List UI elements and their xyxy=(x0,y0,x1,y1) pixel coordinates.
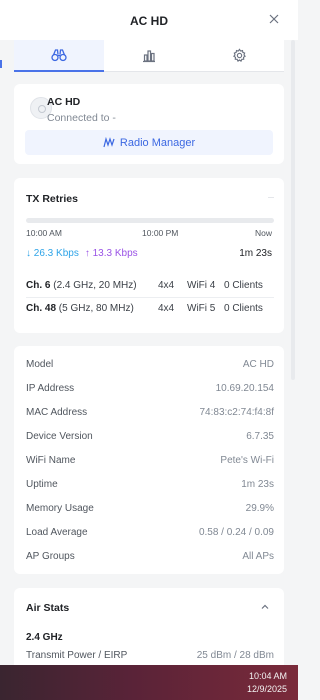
device-info-card: Model AC HD IP Address 10.69.20.154 MAC Ad… xyxy=(14,346,284,574)
transmit-label: Transmit Power / EIRP xyxy=(26,650,128,661)
tab-overview[interactable] xyxy=(14,40,104,72)
info-value: 0.58 / 0.24 / 0.09 xyxy=(198,527,274,538)
radio-manager-button[interactable]: Radio Manager xyxy=(25,130,273,155)
scrollbar[interactable] xyxy=(291,40,295,380)
info-value: 1m 23s xyxy=(241,479,274,490)
timeline-start: 10:00 AM xyxy=(26,228,62,238)
info-label: Model xyxy=(26,359,54,370)
air-stats-title: Air Stats xyxy=(26,602,70,614)
channel-wifi: WiFi 5 xyxy=(187,303,216,314)
device-status: Connected to - xyxy=(47,112,116,124)
info-label: Uptime xyxy=(26,479,58,490)
info-label: AP Groups xyxy=(26,551,75,562)
timeline-now: Now xyxy=(254,228,272,238)
info-row-ip: IP Address 10.69.20.154 xyxy=(26,380,274,398)
device-name: AC HD xyxy=(47,96,81,108)
info-row-version: Device Version 6.7.35 xyxy=(26,428,274,446)
panel-header: AC HD xyxy=(0,0,298,40)
info-label: MAC Address xyxy=(26,407,88,418)
upload-rate: ↑ 13.3 Kbps xyxy=(84,248,138,259)
collapse-indicator[interactable] xyxy=(268,197,274,198)
binoculars-icon xyxy=(51,49,67,62)
chevron-up-icon[interactable] xyxy=(260,602,270,612)
radio-manager-icon xyxy=(103,136,115,147)
info-value: 74:83:c2:74:f4:8f xyxy=(199,407,274,418)
info-value: Pete's Wi-Fi xyxy=(220,455,274,466)
panel-title: AC HD xyxy=(130,14,168,28)
info-label: WiFi Name xyxy=(26,455,76,466)
tab-bar xyxy=(14,40,284,72)
channel-row: Ch. 6 (2.4 GHz, 20 MHz) 4x4 WiFi 4 0 Cli… xyxy=(26,275,274,297)
tx-retries-card: TX Retries 10:00 AM 10:00 PM Now ↓ 26.3 … xyxy=(14,178,284,333)
download-rate: ↓ 26.3 Kbps xyxy=(26,248,79,259)
tx-retries-title: TX Retries xyxy=(26,193,78,205)
channel-band: (5 GHz, 80 MHz) xyxy=(58,303,134,314)
info-row-load: Load Average 0.58 / 0.24 / 0.09 xyxy=(26,524,274,542)
channel-clients: 0 Clients xyxy=(224,303,263,314)
timeline-mid: 10:00 PM xyxy=(142,228,179,238)
info-row-ap-groups: AP Groups All APs xyxy=(26,548,274,566)
channel-mimo: 4x4 xyxy=(158,303,175,314)
info-value: All APs xyxy=(242,551,274,562)
channel-number: Ch. 48 xyxy=(26,303,57,314)
throughput-rates: ↓ 26.3 Kbps ↑ 13.3 Kbps xyxy=(26,248,138,259)
info-value: 6.7.35 xyxy=(246,431,274,442)
gear-icon xyxy=(232,48,246,62)
info-row-model: Model AC HD xyxy=(26,356,274,374)
channel-wifi: WiFi 4 xyxy=(187,280,216,291)
air-stats-band: 2.4 GHz xyxy=(26,632,63,643)
info-row-wifi-name: WiFi Name Pete's Wi-Fi xyxy=(26,452,274,470)
tx-uptime: 1m 23s xyxy=(239,248,272,259)
tab-statistics[interactable] xyxy=(104,40,194,71)
info-label: Load Average xyxy=(26,527,88,538)
edge-indicator xyxy=(0,60,2,68)
channel-band: (2.4 GHz, 20 MHz) xyxy=(53,280,137,291)
info-row-uptime: Uptime 1m 23s xyxy=(26,476,274,494)
info-label: Memory Usage xyxy=(26,503,94,514)
close-icon[interactable] xyxy=(267,12,281,26)
info-value: AC HD xyxy=(242,359,274,370)
info-row-memory: Memory Usage 29.9% xyxy=(26,500,274,518)
taskbar-time[interactable]: 10:04 AM xyxy=(249,671,287,681)
info-row-mac: MAC Address 74:83:c2:74:f4:8f xyxy=(26,404,274,422)
info-label: IP Address xyxy=(26,383,75,394)
channel-row: Ch. 48 (5 GHz, 80 MHz) 4x4 WiFi 5 0 Clie… xyxy=(26,298,274,320)
info-value: 10.69.20.154 xyxy=(215,383,274,394)
info-value: 29.9% xyxy=(245,503,274,514)
tab-settings[interactable] xyxy=(194,40,284,71)
radio-manager-label: Radio Manager xyxy=(119,136,196,149)
channel-mimo: 4x4 xyxy=(158,280,175,291)
bar-chart-icon xyxy=(143,49,155,62)
taskbar-date[interactable]: 12/9/2025 xyxy=(247,684,287,694)
tx-retries-timeline-bar xyxy=(26,218,274,223)
info-label: Device Version xyxy=(26,431,93,442)
transmit-value: 25 dBm / 28 dBm xyxy=(196,650,274,661)
channel-number: Ch. 6 xyxy=(26,280,51,291)
channel-clients: 0 Clients xyxy=(224,280,263,291)
